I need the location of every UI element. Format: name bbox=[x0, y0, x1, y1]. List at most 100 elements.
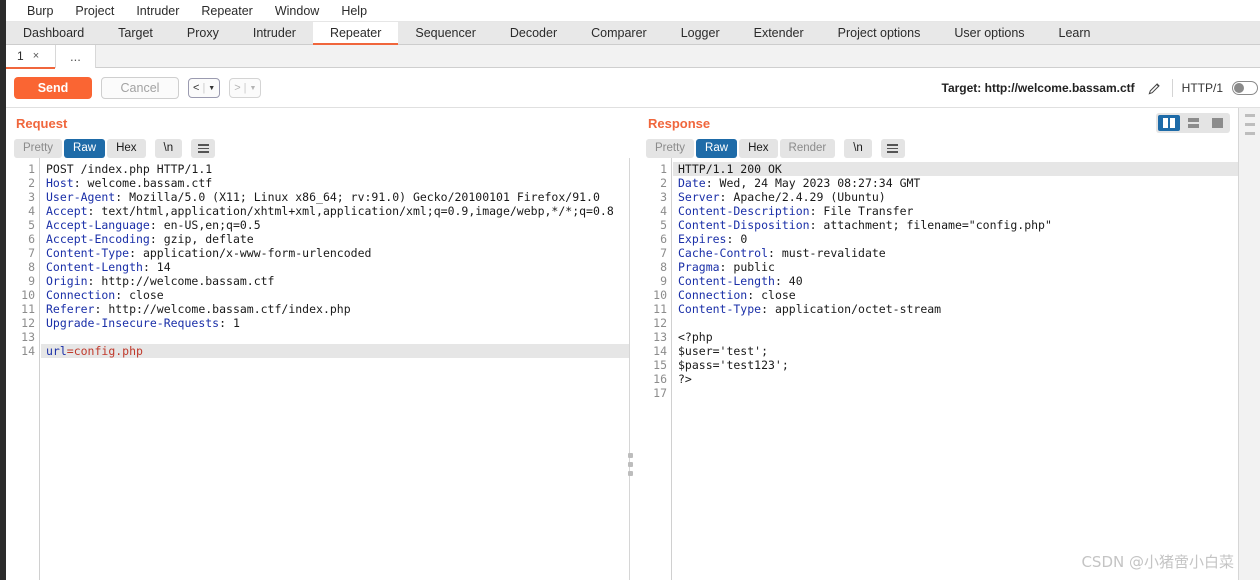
request-view-tab-hex[interactable]: Hex bbox=[107, 139, 146, 158]
menu-item-repeater[interactable]: Repeater bbox=[190, 0, 263, 22]
tab-learn[interactable]: Learn bbox=[1042, 22, 1108, 45]
line-number: 14 bbox=[21, 344, 35, 358]
code-line[interactable]: Accept-Encoding: gzip, deflate bbox=[41, 232, 629, 246]
tab-decoder[interactable]: Decoder bbox=[493, 22, 574, 45]
tab-repeater[interactable]: Repeater bbox=[312, 22, 399, 45]
line-number: 5 bbox=[660, 218, 667, 232]
http-version-toggle[interactable] bbox=[1232, 81, 1258, 95]
code-line[interactable]: $user='test'; bbox=[673, 344, 1238, 358]
chevron-down-icon: ▼ bbox=[249, 84, 257, 92]
request-title: Request bbox=[16, 116, 68, 131]
tab-logger[interactable]: Logger bbox=[664, 22, 737, 45]
hamburger-icon[interactable] bbox=[191, 139, 216, 158]
tab-intruder[interactable]: Intruder bbox=[236, 22, 313, 45]
code-line[interactable] bbox=[41, 330, 629, 344]
tab-user-options[interactable]: User options bbox=[937, 22, 1041, 45]
code-line[interactable]: Content-Description: File Transfer bbox=[673, 204, 1238, 218]
menu-item-project[interactable]: Project bbox=[64, 0, 125, 22]
code-line[interactable]: Pragma: public bbox=[673, 260, 1238, 274]
request-pane: Request Pretty Raw Hex \n 1 2 3 4 5 6 7 8 9 10 11 12 13… bbox=[6, 108, 630, 580]
response-view-tabs: Pretty Raw Hex Render \n bbox=[638, 131, 1238, 158]
inspector-rail[interactable] bbox=[1238, 108, 1260, 580]
line-number: 3 bbox=[660, 190, 667, 204]
response-view-tab-pretty[interactable]: Pretty bbox=[646, 139, 695, 158]
pane-splitter[interactable] bbox=[624, 108, 638, 580]
close-icon[interactable]: × bbox=[33, 46, 39, 67]
code-line[interactable]: Content-Type: application/x-www-form-url… bbox=[41, 246, 629, 260]
tab-dashboard[interactable]: Dashboard bbox=[6, 22, 101, 45]
code-line[interactable]: Connection: close bbox=[673, 288, 1238, 302]
code-line[interactable]: Date: Wed, 24 May 2023 08:27:34 GMT bbox=[673, 176, 1238, 190]
send-button[interactable]: Send bbox=[14, 77, 92, 99]
hamburger-icon[interactable] bbox=[880, 139, 905, 158]
line-number: 5 bbox=[28, 218, 35, 232]
code-line[interactable]: User-Agent: Mozilla/5.0 (X11; Linux x86_… bbox=[41, 190, 629, 204]
code-line[interactable] bbox=[673, 316, 1238, 330]
tab-sequencer[interactable]: Sequencer bbox=[398, 22, 492, 45]
line-number: 9 bbox=[28, 274, 35, 288]
split-horizontal-layout-button[interactable] bbox=[1182, 115, 1204, 131]
tab-project-options[interactable]: Project options bbox=[821, 22, 938, 45]
code-line[interactable]: Referer: http://welcome.bassam.ctf/index… bbox=[41, 302, 629, 316]
line-number: 13 bbox=[653, 330, 667, 344]
tab-extender[interactable]: Extender bbox=[737, 22, 821, 45]
response-view-tab-hex[interactable]: Hex bbox=[739, 139, 778, 158]
line-number: 12 bbox=[653, 316, 667, 330]
response-view-tab-raw[interactable]: Raw bbox=[696, 139, 738, 158]
repeater-tab-1[interactable]: 1 × bbox=[6, 45, 56, 69]
line-number: 7 bbox=[28, 246, 35, 260]
response-view-tab-render[interactable]: Render bbox=[779, 139, 836, 158]
response-editor[interactable]: 1 2 3 4 5 6 7 8 9 10 11 12 13 14 15 16 17 HTTP/1.1 200 O… bbox=[646, 158, 1238, 580]
code-line[interactable]: Content-Disposition: attachment; filenam… bbox=[673, 218, 1238, 232]
request-view-tab-pretty[interactable]: Pretty bbox=[14, 139, 63, 158]
splitter-drag-handle[interactable] bbox=[628, 453, 633, 476]
code-line[interactable] bbox=[673, 386, 1238, 400]
add-repeater-tab-button[interactable]: ... bbox=[56, 45, 96, 68]
line-number: 13 bbox=[21, 330, 35, 344]
single-pane-layout-button[interactable] bbox=[1206, 115, 1228, 131]
code-line[interactable]: Expires: 0 bbox=[673, 232, 1238, 246]
menu-item-intruder[interactable]: Intruder bbox=[125, 0, 190, 22]
tab-strip-filler bbox=[95, 45, 1260, 67]
request-line-numbers: 1 2 3 4 5 6 7 8 9 10 11 12 13 14 bbox=[14, 158, 40, 580]
code-line[interactable]: Upgrade-Insecure-Requests: 1 bbox=[41, 316, 629, 330]
request-code[interactable]: POST /index.php HTTP/1.1 Host: welcome.ba… bbox=[41, 158, 629, 580]
menu-item-window[interactable]: Window bbox=[264, 0, 330, 22]
response-code[interactable]: HTTP/1.1 200 OK Date: Wed, 24 May 2023 08… bbox=[673, 158, 1238, 580]
split-vertical-layout-button[interactable] bbox=[1158, 115, 1180, 131]
request-view-tab-raw[interactable]: Raw bbox=[64, 139, 106, 158]
chevron-left-icon: < bbox=[193, 82, 200, 94]
code-line[interactable]: Connection: close bbox=[41, 288, 629, 302]
code-line[interactable]: Host: welcome.bassam.ctf bbox=[41, 176, 629, 190]
code-line[interactable]: Content-Length: 40 bbox=[673, 274, 1238, 288]
line-number: 15 bbox=[653, 358, 667, 372]
code-line[interactable]: POST /index.php HTTP/1.1 bbox=[41, 162, 629, 176]
code-line[interactable]: Accept-Language: en-US,en;q=0.5 bbox=[41, 218, 629, 232]
request-view-tab-n[interactable]: \n bbox=[154, 139, 183, 158]
rail-icon-3 bbox=[1244, 132, 1255, 135]
nav-separator: | bbox=[243, 82, 247, 94]
code-line[interactable]: $pass='test123'; bbox=[673, 358, 1238, 372]
code-line[interactable]: Cache-Control: must-revalidate bbox=[673, 246, 1238, 260]
code-line[interactable]: <?php bbox=[673, 330, 1238, 344]
code-line[interactable]: Content-Length: 14 bbox=[41, 260, 629, 274]
repeater-tab-strip: 1 × ... bbox=[6, 45, 1260, 69]
line-number: 8 bbox=[660, 260, 667, 274]
menu-item-help[interactable]: Help bbox=[330, 0, 378, 22]
request-editor[interactable]: 1 2 3 4 5 6 7 8 9 10 11 12 13 14 POST /index.php HTTP… bbox=[14, 158, 630, 580]
code-line[interactable]: Accept: text/html,application/xhtml+xml,… bbox=[41, 204, 629, 218]
chevron-down-icon: ▼ bbox=[208, 84, 216, 92]
tab-proxy[interactable]: Proxy bbox=[170, 22, 236, 45]
response-view-tab-n[interactable]: \n bbox=[844, 139, 872, 158]
tab-target[interactable]: Target bbox=[101, 22, 170, 45]
pencil-icon[interactable] bbox=[1147, 81, 1162, 96]
code-line[interactable]: Server: Apache/2.4.29 (Ubuntu) bbox=[673, 190, 1238, 204]
code-line[interactable]: HTTP/1.1 200 OK bbox=[673, 162, 1238, 176]
code-line[interactable]: Content-Type: application/octet-stream bbox=[673, 302, 1238, 316]
code-line[interactable]: ?> bbox=[673, 372, 1238, 386]
code-line[interactable]: url=config.php bbox=[41, 344, 629, 358]
tab-comparer[interactable]: Comparer bbox=[574, 22, 664, 45]
menu-item-burp[interactable]: Burp bbox=[16, 0, 64, 22]
previous-request-button[interactable]: < | ▼ bbox=[188, 78, 221, 98]
code-line[interactable]: Origin: http://welcome.bassam.ctf bbox=[41, 274, 629, 288]
